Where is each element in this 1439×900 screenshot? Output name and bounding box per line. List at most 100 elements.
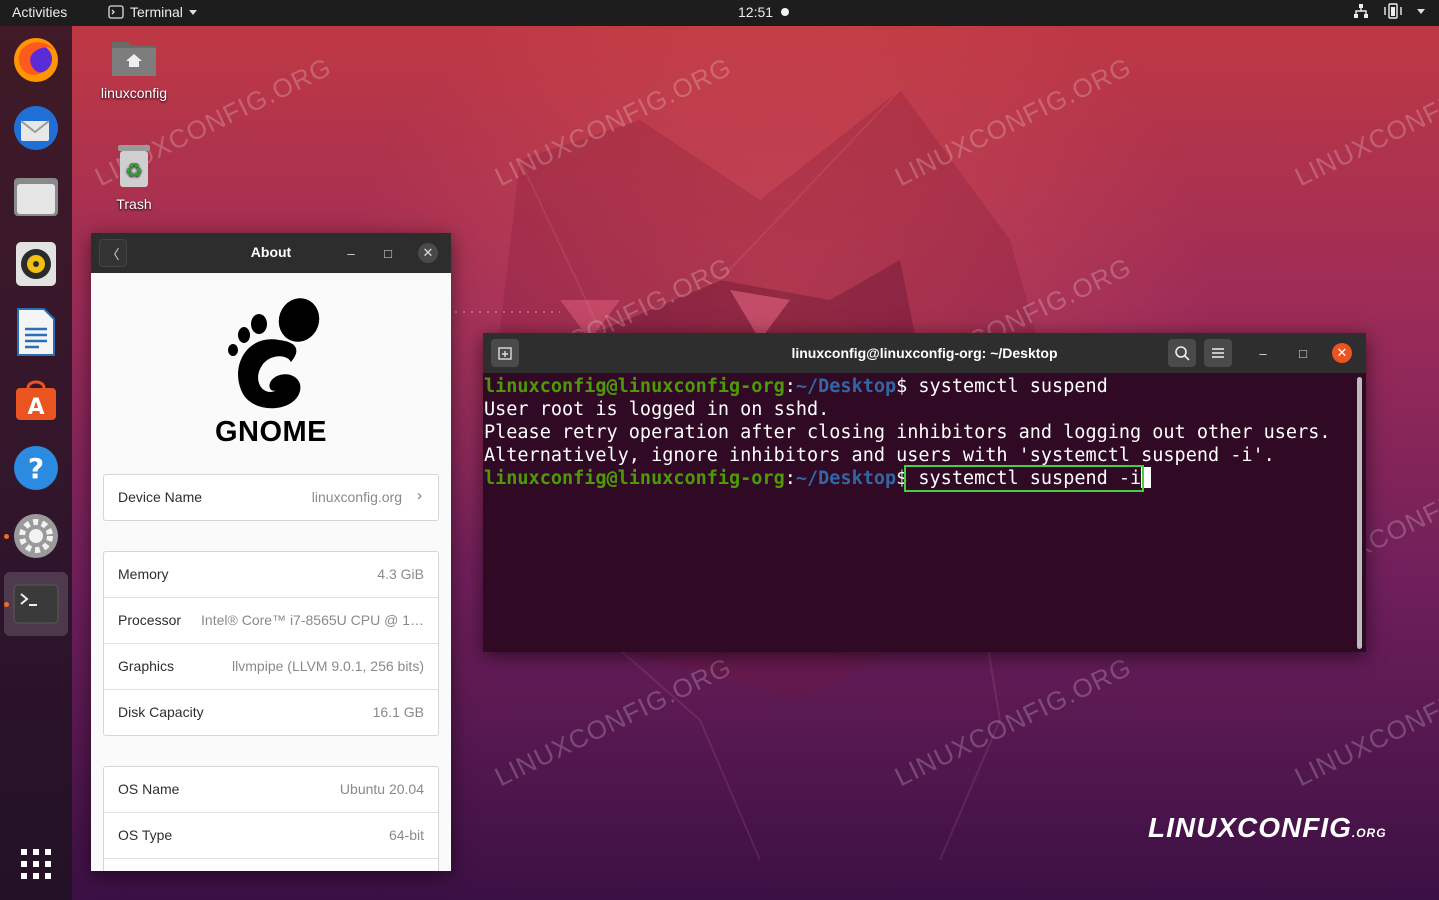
about-window: 〈 About – □ ✕ GNOME Device Name linuxcon… [91, 233, 451, 871]
writer-icon [17, 308, 55, 356]
show-applications-button[interactable] [4, 832, 68, 896]
top-bar: Activities Terminal 12:51 [0, 0, 1439, 26]
os-name-row: OS Name Ubuntu 20.04 [104, 767, 438, 812]
linuxconfig-brand-logo: LINUXCONFIG.ORG [1148, 812, 1387, 844]
dock-ubuntu-software[interactable]: A [4, 368, 68, 432]
home-folder-icon [112, 42, 156, 76]
highlighted-command: systemctl suspend -i [904, 465, 1145, 492]
trash-icon: ♻ [118, 145, 150, 187]
activities-button[interactable]: Activities [12, 4, 67, 20]
terminal-line: linuxconfig@linuxconfig-org:~/Desktop$ s… [484, 465, 1330, 492]
svg-text:A: A [27, 395, 44, 420]
watermark: LINUXCONFIG.ORG [1290, 651, 1439, 792]
brand-suffix: .ORG [1351, 826, 1387, 840]
terminal-app-icon [108, 5, 124, 19]
terminal-line: Please retry operation after closing inh… [484, 422, 1331, 443]
chevron-down-icon [188, 9, 197, 15]
os-card: OS Name Ubuntu 20.04 OS Type 64-bit [103, 766, 439, 871]
dock-files[interactable] [4, 164, 68, 228]
dock-thunderbird[interactable] [4, 96, 68, 160]
clock-button[interactable]: 12:51 [738, 4, 790, 20]
app-grid-icon [21, 849, 51, 879]
os-type-key: OS Type [118, 827, 173, 843]
device-name-key: Device Name [118, 489, 203, 505]
desktop-trash[interactable]: ♻ Trash [89, 143, 179, 212]
minimize-icon: – [1259, 345, 1267, 361]
terminal-output[interactable]: linuxconfig@linuxconfig-org:~/Desktop$ s… [484, 375, 1331, 492]
app-menu[interactable]: Terminal [108, 4, 197, 20]
command-text: systemctl suspend [907, 376, 1108, 397]
desktop-home-folder[interactable]: linuxconfig [89, 36, 179, 101]
home-folder-label: linuxconfig [100, 85, 168, 101]
search-button[interactable] [1168, 339, 1196, 367]
terminal-scrollbar[interactable] [1357, 377, 1362, 649]
processor-value: Intel® Core™ i7-8565U CPU @ 1… [201, 612, 424, 628]
terminal-titlebar[interactable]: linuxconfig@linuxconfig-org: ~/Desktop –… [483, 333, 1366, 373]
search-icon [1175, 346, 1190, 361]
hamburger-menu-icon [1212, 348, 1224, 358]
memory-row: Memory 4.3 GiB [104, 552, 438, 597]
minimize-button[interactable]: – [339, 241, 363, 265]
about-titlebar[interactable]: 〈 About – □ ✕ [91, 233, 451, 273]
notification-dot-icon [781, 8, 790, 16]
running-indicator-icon [4, 602, 9, 607]
gnome-foot-icon [228, 298, 320, 409]
prompt-directory: ~/Desktop [795, 468, 897, 489]
terminal-line: Alternatively, ignore inhibitors and use… [484, 445, 1275, 466]
graphics-value: llvmpipe (LLVM 9.0.1, 256 bits) [232, 658, 424, 674]
settings-icon [14, 514, 58, 558]
close-button[interactable]: ✕ [1332, 343, 1352, 363]
prompt-separator: : [784, 468, 796, 489]
chevron-down-icon [1417, 8, 1425, 14]
device-name-row[interactable]: Device Name linuxconfig.org › [104, 475, 438, 520]
trash-label: Trash [116, 196, 152, 212]
brand-main: LINUXCONFIG [1148, 812, 1352, 843]
battery-icon [1384, 3, 1402, 19]
maximize-icon: □ [384, 245, 392, 261]
chevron-right-icon: › [417, 487, 422, 504]
rhythmbox-icon [16, 242, 56, 286]
watermark: LINUXCONFIG.ORG [490, 51, 737, 192]
dock-firefox[interactable] [4, 28, 68, 92]
os-name-value: Ubuntu 20.04 [339, 781, 424, 797]
terminal-line: User root is logged in on sshd. [484, 399, 830, 420]
disk-capacity-row: Disk Capacity 16.1 GB [104, 689, 438, 735]
files-icon [14, 178, 58, 216]
dock-terminal[interactable] [4, 572, 68, 636]
minimize-icon: – [347, 245, 355, 261]
graphics-row: Graphics llvmpipe (LLVM 9.0.1, 256 bits) [104, 643, 438, 689]
menu-button[interactable] [1204, 339, 1232, 367]
watermark: LINUXCONFIG.ORG [490, 651, 737, 792]
close-icon: ✕ [422, 245, 434, 260]
prompt-symbol: $ [896, 376, 908, 397]
watermark: LINUXCONFIG.ORG [890, 651, 1137, 792]
disk-capacity-key: Disk Capacity [118, 704, 204, 720]
close-button[interactable]: ✕ [418, 243, 438, 263]
terminal-title: linuxconfig@linuxconfig-org: ~/Desktop [791, 345, 1058, 361]
dock-libreoffice-writer[interactable] [4, 300, 68, 364]
os-extra-row [104, 858, 438, 871]
prompt-directory: ~/Desktop [795, 376, 897, 397]
processor-row: Processor Intel® Core™ i7-8565U CPU @ 1… [104, 597, 438, 643]
memory-value: 4.3 GiB [377, 566, 424, 582]
dock-settings[interactable] [4, 504, 68, 568]
svg-text:♻: ♻ [125, 158, 143, 182]
prompt-symbol: $ [896, 468, 908, 489]
maximize-icon: □ [1299, 345, 1307, 361]
system-tray[interactable] [1353, 3, 1425, 19]
dock-rhythmbox[interactable] [4, 232, 68, 296]
device-name-value: linuxconfig.org [311, 489, 402, 505]
maximize-button[interactable]: □ [376, 241, 400, 265]
dock: A ? [0, 26, 72, 900]
os-type-row: OS Type 64-bit [104, 812, 438, 858]
maximize-button[interactable]: □ [1291, 341, 1315, 365]
graphics-key: Graphics [118, 658, 175, 674]
thunderbird-icon [14, 106, 58, 150]
svg-text:?: ? [28, 452, 44, 485]
firefox-icon [14, 38, 58, 82]
desktop-background: LINUXCONFIG.ORG LINUXCONFIG.ORG LINUXCON… [0, 0, 1439, 900]
minimize-button[interactable]: – [1251, 341, 1275, 365]
dock-help[interactable]: ? [4, 436, 68, 500]
watermark: LINUXCONFIG.ORG [1290, 51, 1439, 192]
running-indicator-icon [4, 534, 9, 539]
